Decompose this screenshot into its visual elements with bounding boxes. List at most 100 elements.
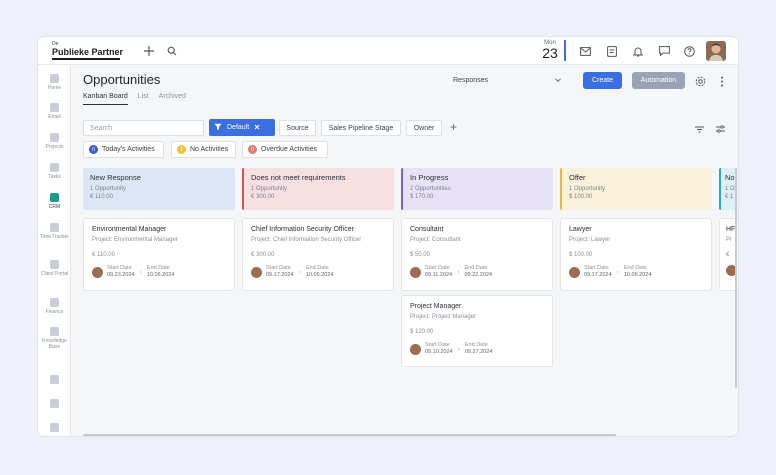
horizontal-scrollbar[interactable] xyxy=(83,434,616,436)
chevron-right-icon: › xyxy=(298,268,301,276)
tab-list[interactable]: List xyxy=(138,93,149,105)
end-date-label: End Date xyxy=(305,265,329,271)
avatar xyxy=(251,266,262,278)
gear-icon[interactable] xyxy=(693,74,707,88)
vertical-scrollbar[interactable] xyxy=(735,168,737,388)
user-avatar[interactable] xyxy=(706,41,726,61)
opportunity-card[interactable]: Environmental Manager Project: Environme… xyxy=(83,218,235,291)
crm-icon xyxy=(50,193,59,202)
overdue-activities-chip[interactable]: 0 Overdue Activities xyxy=(242,141,328,158)
column-header-new-response[interactable]: New Response 1 Opportunity € 110.00 xyxy=(83,168,235,210)
tasks-icon xyxy=(50,163,59,172)
more-options-icon[interactable] xyxy=(715,74,729,88)
start-date-label: Start Date xyxy=(107,265,132,271)
column-header-does-not-meet[interactable]: Does not meet requirements 1 Opportunity… xyxy=(242,168,394,210)
logo[interactable]: De Publieke Partner xyxy=(52,42,123,60)
end-date: End Date 10.06.2024 xyxy=(147,265,175,279)
sidebar-item-client-portal[interactable]: Client Portal xyxy=(38,260,71,277)
end-date-value: 09.27.2024 xyxy=(464,349,493,355)
close-icon[interactable] xyxy=(254,124,260,132)
column-title: No xyxy=(725,173,735,182)
sidebar-item-finance[interactable]: Finance xyxy=(38,298,71,315)
end-date-label: End Date xyxy=(464,265,488,271)
responses-select[interactable]: Responses xyxy=(453,77,561,85)
card-project: Project: Consultant xyxy=(410,237,461,243)
opportunity-card[interactable]: Chief Information Security Officer Proje… xyxy=(242,218,394,291)
column-count: 1 Opportunity xyxy=(90,186,127,192)
column-header-offer[interactable]: Offer 1 Opportunity $ 100.00 xyxy=(560,168,712,210)
settings-sliders-icon[interactable] xyxy=(713,122,727,136)
support-icon xyxy=(50,423,59,432)
activity-count-badge: 0 xyxy=(248,145,257,154)
create-button[interactable]: Create xyxy=(583,72,622,89)
tab-kanban-board[interactable]: Kanban Board xyxy=(83,93,128,105)
date-widget[interactable]: Mon 23 xyxy=(539,40,561,60)
sidebar-label: Time Tracker xyxy=(40,234,69,240)
help-icon[interactable] xyxy=(682,44,696,58)
avatar xyxy=(410,266,421,278)
end-date-value: 09.22.2024 xyxy=(464,272,492,278)
column-count: 1 O xyxy=(725,186,735,192)
opportunity-card[interactable]: Project Manager Project: Project Manager… xyxy=(401,295,553,367)
time-tracker-icon xyxy=(50,223,59,232)
column-count: 2 Opportunities xyxy=(410,186,451,192)
notes-icon[interactable] xyxy=(605,44,619,58)
add-icon[interactable] xyxy=(142,44,156,58)
card-price: $ 50.00 xyxy=(410,252,431,258)
opportunity-card[interactable]: Consultant Project: Consultant $ 50.00 S… xyxy=(401,218,553,291)
search-input[interactable]: Search xyxy=(83,120,204,136)
sidebar-item-email[interactable]: Email xyxy=(38,103,71,120)
client-portal-icon xyxy=(50,260,59,269)
column-title: In Progress xyxy=(410,173,449,182)
add-filter-icon[interactable]: + xyxy=(450,121,457,133)
card-price: € 300.00 xyxy=(251,252,275,258)
sidebar-item-home[interactable]: Home xyxy=(38,74,71,91)
end-date: End Date 09.22.2024 xyxy=(464,265,492,279)
sidebar-item-tasks[interactable]: Tasks xyxy=(38,163,71,180)
sort-icon[interactable] xyxy=(692,122,706,136)
card-project: Project: Environmental Manager xyxy=(92,237,178,243)
tab-archived[interactable]: Archived xyxy=(159,93,186,105)
sidebar-item-extra-3[interactable] xyxy=(38,423,71,434)
chat-icon[interactable] xyxy=(657,44,671,58)
sidebar-item-knowledge-base[interactable]: Knowledge Base xyxy=(38,327,71,350)
card-title: Project Manager xyxy=(410,303,462,310)
sales-pipeline-stage-filter[interactable]: Sales Pipeline Stage xyxy=(321,120,401,136)
card-title: Chief Information Security Officer xyxy=(251,226,354,233)
end-date: End Date 09.27.2024 xyxy=(465,342,493,356)
start-date: Start Date 09.10.2024 xyxy=(425,342,453,356)
automation-button[interactable]: Automation xyxy=(632,72,685,89)
end-date: End Date 10.06.2024 xyxy=(624,265,652,279)
sidebar-item-extra-2[interactable] xyxy=(38,399,71,410)
end-date-label: End Date xyxy=(146,265,170,271)
column-title: New Response xyxy=(90,173,141,182)
sidebar: Home Email Projects Tasks CRM Time Track… xyxy=(38,65,71,436)
avatar xyxy=(92,266,103,278)
sidebar-label: Projects xyxy=(45,144,64,150)
bell-icon[interactable] xyxy=(631,44,645,58)
owner-filter[interactable]: Owner xyxy=(406,120,442,136)
card-title: Lawyer xyxy=(569,226,592,233)
sidebar-item-extra-1[interactable] xyxy=(38,375,71,386)
opportunity-card[interactable]: Lawyer Project: Lawyer $ 100.00 Start Da… xyxy=(560,218,712,291)
todays-activities-chip[interactable]: 0 Today's Activities xyxy=(83,141,164,158)
sidebar-item-crm[interactable]: CRM xyxy=(38,193,71,210)
search-icon[interactable] xyxy=(165,44,179,58)
projects-icon xyxy=(50,133,59,142)
no-activities-chip[interactable]: 1 No Activities xyxy=(171,141,236,158)
source-filter[interactable]: Source xyxy=(279,120,316,136)
card-price: € 110.00 xyxy=(92,252,115,258)
app-window: De Publieke Partner Mon 23 Home Email Pr… xyxy=(37,36,739,437)
mail-icon[interactable] xyxy=(578,44,592,58)
default-filter-chip[interactable]: Default xyxy=(209,119,275,136)
view-tabs: Kanban Board List Archived xyxy=(83,93,186,105)
default-filter-label: Default xyxy=(227,124,250,131)
column-header-in-progress[interactable]: In Progress 2 Opportunities $ 170.00 xyxy=(401,168,553,210)
finance-icon xyxy=(50,298,59,307)
sidebar-item-time-tracker[interactable]: Time Tracker xyxy=(38,223,71,240)
start-date: Start Date 09.17.2024 xyxy=(584,265,612,279)
sidebar-label: Tasks xyxy=(48,174,61,180)
column-count: 1 Opportunity xyxy=(251,186,288,192)
card-price: $ 120.00 xyxy=(410,329,434,335)
sidebar-item-projects[interactable]: Projects xyxy=(38,133,71,150)
